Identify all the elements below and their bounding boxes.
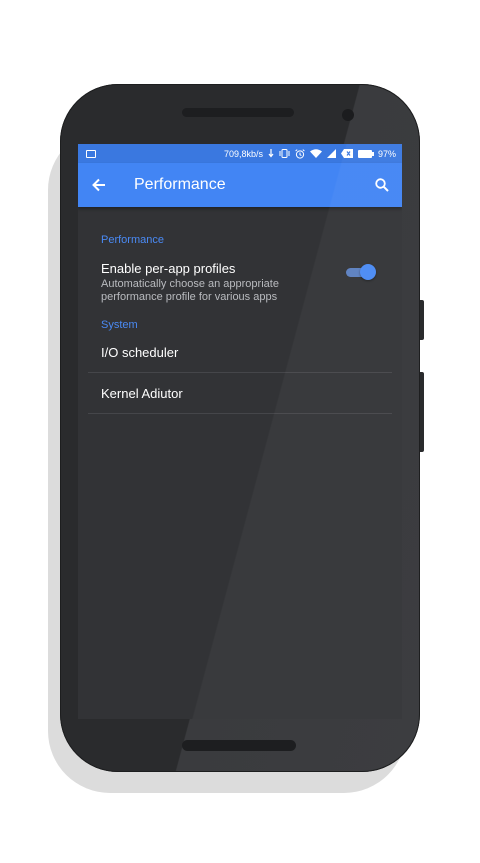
list-item-kernel-adiutor[interactable]: Kernel Adiutor xyxy=(78,386,402,407)
earpiece-speaker xyxy=(182,108,294,117)
bottom-speaker xyxy=(182,740,296,751)
per-app-profiles-setting[interactable]: Enable per-app profiles Automatically ch… xyxy=(78,246,402,303)
alarm-icon xyxy=(295,148,305,159)
per-app-profiles-summary-line2: performance profile for various apps xyxy=(101,291,278,303)
screen-glare xyxy=(78,144,402,719)
image-icon xyxy=(86,149,96,158)
wifi-icon xyxy=(309,149,322,158)
net-speed: 709,8kb/s xyxy=(223,148,263,159)
page-title: Performance xyxy=(134,176,226,193)
section-header-system: System xyxy=(101,319,138,331)
vibrate-icon xyxy=(279,149,290,158)
divider xyxy=(88,413,392,414)
search-icon xyxy=(375,178,389,192)
toggle-thumb xyxy=(360,264,376,280)
phone-frame: 709,8kb/s 97% Performance Performance En… xyxy=(60,84,420,772)
back-button[interactable] xyxy=(78,178,120,192)
divider xyxy=(88,372,392,373)
screen: 709,8kb/s 97% Performance Performance En… xyxy=(78,144,402,719)
download-icon xyxy=(268,149,274,158)
search-button[interactable] xyxy=(362,178,402,192)
battery-icon xyxy=(357,149,374,158)
app-toolbar: Performance xyxy=(78,163,402,207)
section-header-performance: Performance xyxy=(101,234,164,246)
list-item-io-scheduler[interactable]: I/O scheduler xyxy=(78,345,402,366)
no-sim-icon xyxy=(340,149,353,158)
front-camera xyxy=(342,109,354,121)
arrow-back-icon xyxy=(92,178,105,192)
status-bar: 709,8kb/s 97% xyxy=(78,144,402,163)
signal-icon xyxy=(326,149,336,158)
battery-level: 97% xyxy=(377,148,396,159)
per-app-profiles-toggle[interactable] xyxy=(346,262,376,282)
